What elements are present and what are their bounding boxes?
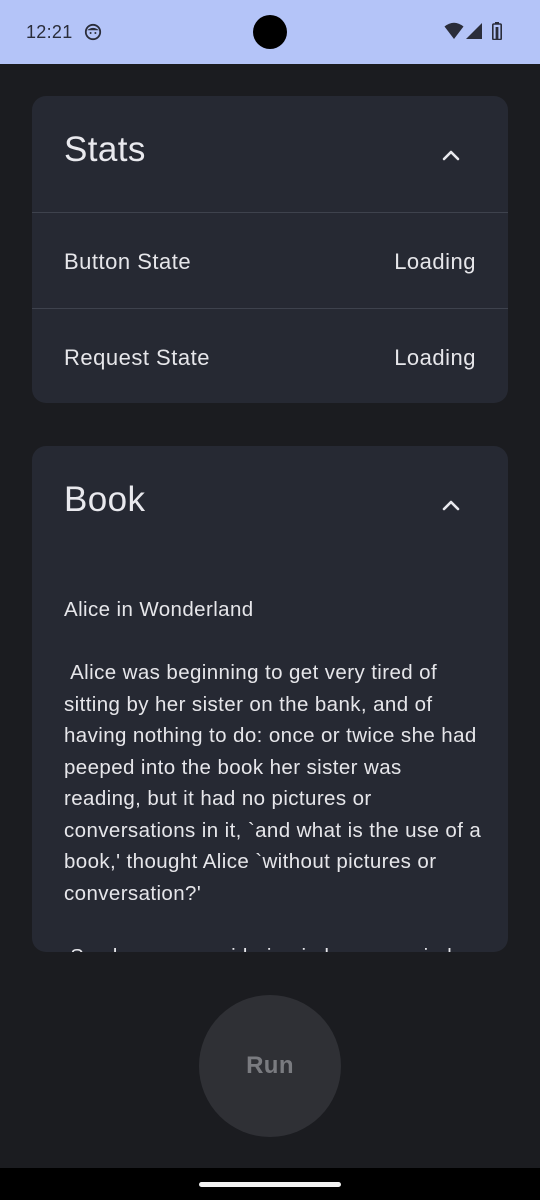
battery-icon [492,22,502,40]
chevron-up-icon[interactable] [436,140,466,170]
status-bar: 12:21 [0,0,540,64]
stat-value: Loading [394,345,476,370]
navigation-bar [0,1168,540,1200]
wifi-icon [444,22,464,39]
run-button[interactable]: Run [199,995,341,1137]
book-paragraph: So she was considering in her own mind [64,941,484,953]
status-time: 12:21 [26,22,73,42]
book-text: Alice in Wonderland Alice was beginning … [64,594,484,952]
book-card-title: Book [64,480,146,519]
stat-value: Loading [394,249,476,274]
book-paragraph: Alice was beginning to get very tired of… [64,661,488,905]
stat-row-request-state: Request State Loading [32,309,508,403]
gesture-handle[interactable] [199,1182,341,1187]
book-card: Book Alice in Wonderland Alice was begin… [32,446,508,952]
chevron-up-icon[interactable] [436,490,466,520]
app-screen: 12:21 Stats Button State Loading Request… [0,0,540,1200]
status-icons [444,22,506,42]
smiley-icon [84,23,102,41]
book-title: Alice in Wonderland [64,598,254,621]
stats-card-title: Stats [64,130,146,169]
stat-label: Request State [64,345,210,370]
camera-cutout [253,15,287,49]
book-card-header[interactable]: Book [32,446,508,562]
stats-card-header[interactable]: Stats [32,96,508,212]
stat-label: Button State [64,249,192,274]
stat-row-button-state: Button State Loading [32,213,508,308]
stats-card: Stats Button State Loading Request State… [32,96,508,403]
cellular-signal-icon [466,23,482,39]
